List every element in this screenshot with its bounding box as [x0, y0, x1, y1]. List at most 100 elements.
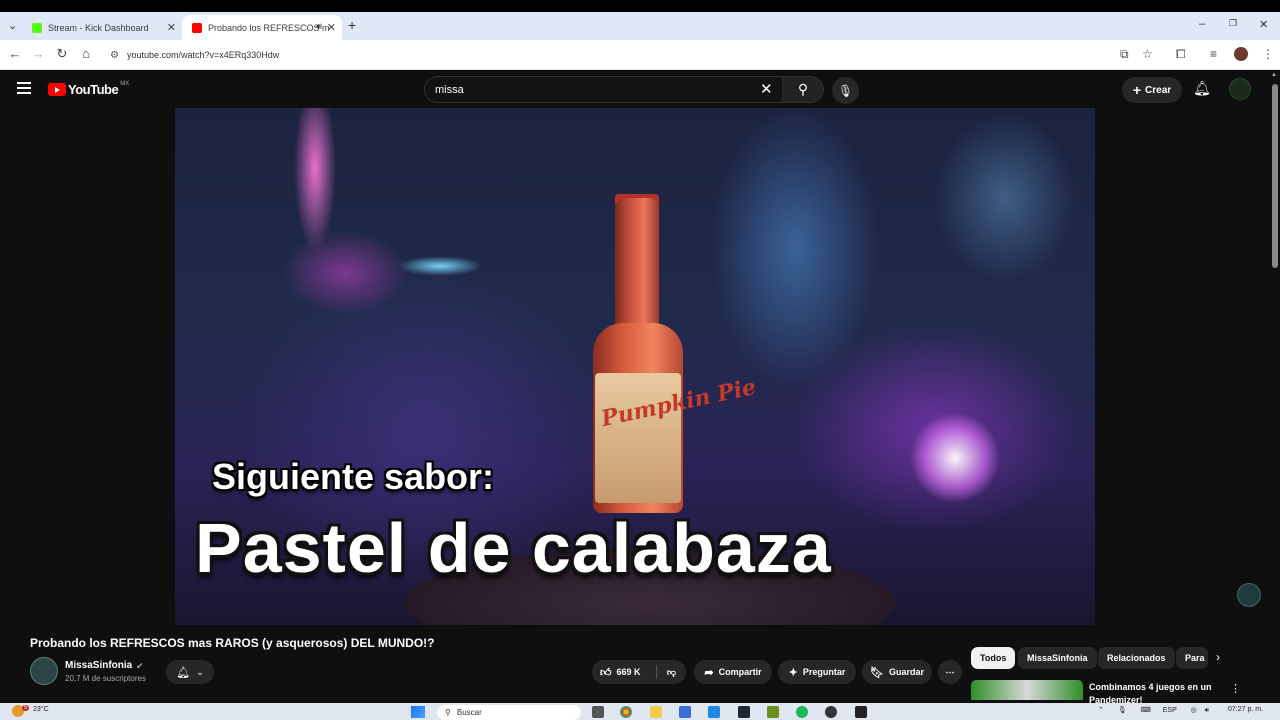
share-label: Compartir: [718, 667, 762, 677]
home-icon[interactable]: ⌂: [77, 46, 95, 61]
youtube-play-icon: [48, 83, 66, 96]
page-scrollbar[interactable]: ▲: [1270, 70, 1280, 698]
close-tab-icon[interactable]: ✕: [327, 21, 336, 34]
store-icon[interactable]: [679, 706, 691, 718]
language-indicator[interactable]: ESP: [1163, 707, 1177, 714]
channel-name[interactable]: MissaSinfonia: [65, 660, 132, 671]
screen-top-edge: [0, 0, 1280, 12]
youtube-logo[interactable]: YouTube MX: [48, 80, 130, 97]
create-label: Crear: [1145, 84, 1172, 96]
back-icon[interactable]: ←: [6, 46, 24, 61]
task-view-icon[interactable]: [592, 706, 604, 718]
verified-badge-icon: ✔: [136, 661, 144, 671]
audio-playing-icon[interactable]: 🔊︎: [316, 21, 322, 32]
scrollbar-thumb[interactable]: [1272, 84, 1278, 268]
country-code: MX: [120, 80, 130, 87]
video-player[interactable]: Pumpkin Pie Siguiente sabor: Pastel de c…: [175, 108, 1095, 625]
edge-icon[interactable]: [708, 706, 720, 718]
search-icon: ⚲: [445, 708, 451, 717]
more-actions-button[interactable]: ⋯: [938, 660, 962, 684]
browser-tab-bar: ⌄ Stream - Kick Dashboard ✕ Probando los…: [0, 12, 1280, 40]
subscription-notifications-button[interactable]: 🔔︎ ⌄: [166, 660, 214, 684]
clear-search-icon[interactable]: ✕: [760, 80, 773, 98]
dislike-button[interactable]: 👎︎: [667, 667, 676, 678]
kick-icon: [32, 22, 42, 33]
tab-title: Probando los REFRESCOS m: [208, 22, 330, 33]
youtube-header: YouTube MX missa ✕ ⚲ 🎙︎ + Crear 🔔︎: [0, 70, 1280, 108]
tab-list-chevron-icon[interactable]: ⌄: [8, 19, 17, 32]
chip-todos[interactable]: Todos: [971, 647, 1016, 669]
tray-mic-icon[interactable]: 🎙︎: [1118, 707, 1127, 714]
ask-button[interactable]: ✦ Preguntar: [778, 660, 856, 684]
share-button[interactable]: ➦ Compartir: [694, 660, 772, 684]
channel-avatar[interactable]: [30, 657, 58, 685]
floating-channel-avatar[interactable]: [1237, 583, 1261, 607]
video-caption-line2: Pastel de calabaza: [195, 509, 832, 587]
forward-icon[interactable]: →: [29, 46, 47, 61]
search-input[interactable]: missa: [424, 76, 784, 103]
share-icon: ➦: [704, 666, 714, 679]
microphone-icon: 🎙︎: [837, 83, 854, 98]
taskbar-search-placeholder: Buscar: [456, 708, 482, 717]
chrome-taskbar-icon[interactable]: [620, 706, 632, 718]
voice-search-button[interactable]: 🎙︎: [832, 77, 859, 104]
chip-related[interactable]: Relacionados: [1098, 647, 1175, 669]
menu-icon[interactable]: [17, 82, 31, 94]
scroll-up-icon[interactable]: ▲: [1271, 72, 1277, 78]
thumbs-down-icon: 👎︎: [666, 666, 676, 677]
browser-menu-icon[interactable]: ⋮: [1262, 47, 1274, 61]
extensions-icon[interactable]: ⧠: [1176, 47, 1186, 62]
bookmark-star-icon[interactable]: ☆: [1142, 47, 1153, 61]
tab-kick-dashboard[interactable]: Stream - Kick Dashboard ✕: [22, 15, 182, 40]
video-caption-line1: Siguiente sabor:: [212, 456, 495, 497]
new-tab-button[interactable]: +: [348, 17, 356, 33]
tab-youtube-video[interactable]: Probando los REFRESCOS m 🔊︎ ✕: [182, 15, 342, 40]
taskbar-clock[interactable]: 07:27 p. m.: [1228, 706, 1263, 713]
tray-chevron-icon[interactable]: ⌃: [1098, 707, 1104, 714]
spotify-icon[interactable]: [796, 706, 808, 718]
windows-taskbar: 5 23°C ⚲ Buscar ⌃ 🎙︎ ⌨ ESP ◎ 🔊︎ 07:27 p.…: [0, 703, 1280, 720]
like-button[interactable]: 👍︎ 669 K: [600, 666, 641, 679]
profile-avatar[interactable]: [1234, 47, 1248, 61]
file-explorer-icon[interactable]: [650, 706, 662, 718]
bell-icon: 🔔︎: [176, 666, 191, 679]
sparkle-icon: ✦: [788, 666, 798, 679]
minimize-button[interactable]: –: [1199, 18, 1205, 30]
taskbar-search-input[interactable]: ⚲ Buscar: [437, 705, 581, 720]
close-window-button[interactable]: ✕: [1259, 18, 1268, 31]
chevron-right-icon[interactable]: ›: [1216, 650, 1220, 664]
app-icon[interactable]: [855, 706, 867, 718]
system-tray[interactable]: ⌃ 🎙︎ ⌨ ESP ◎ 🔊︎: [1098, 706, 1209, 715]
search-input-value: missa: [435, 83, 464, 96]
notifications-bell-icon[interactable]: 🔔︎: [1193, 80, 1211, 97]
steam-icon[interactable]: [738, 706, 750, 718]
chip-para[interactable]: Para: [1176, 647, 1208, 669]
bookmark-icon: 🔖︎: [870, 666, 884, 679]
address-bar[interactable]: ⚙︎ youtube.com/watch?v=x4ERq330Hdw: [102, 44, 1162, 66]
like-dislike-group: 👍︎ 669 K 👎︎: [592, 660, 686, 684]
video-title: Probando los REFRESCOS mas RAROS (y asqu…: [30, 636, 435, 650]
minecraft-icon[interactable]: [767, 706, 779, 718]
media-control-icon[interactable]: ≡: [1210, 47, 1217, 61]
search-icon: ⚲: [797, 81, 809, 97]
account-avatar[interactable]: [1229, 78, 1251, 100]
tray-volume-icon[interactable]: 🔊︎: [1205, 707, 1209, 714]
chip-channel[interactable]: MissaSinfonia: [1018, 647, 1097, 669]
close-tab-icon[interactable]: ✕: [167, 21, 176, 34]
search-button[interactable]: ⚲: [782, 76, 824, 103]
tray-network-icon[interactable]: ◎: [1191, 707, 1197, 714]
reload-icon[interactable]: ↻: [53, 46, 71, 62]
save-button[interactable]: 🔖︎ Guardar: [862, 660, 932, 684]
tray-keyboard-icon[interactable]: ⌨: [1141, 707, 1151, 714]
windows-start-icon[interactable]: [411, 706, 425, 718]
more-horizontal-icon: ⋯: [945, 666, 955, 677]
create-button[interactable]: + Crear: [1122, 77, 1182, 103]
site-info-icon[interactable]: ⚙︎: [110, 50, 119, 61]
install-app-icon[interactable]: ⧉: [1120, 47, 1129, 62]
maximize-button[interactable]: ❐: [1229, 18, 1237, 29]
recommendation-menu-icon[interactable]: ⋮: [1230, 682, 1241, 695]
tab-title: Stream - Kick Dashboard: [48, 22, 149, 33]
obs-icon[interactable]: [825, 706, 837, 718]
like-divider: [656, 665, 657, 679]
recommendation-thumbnail[interactable]: [971, 680, 1083, 700]
